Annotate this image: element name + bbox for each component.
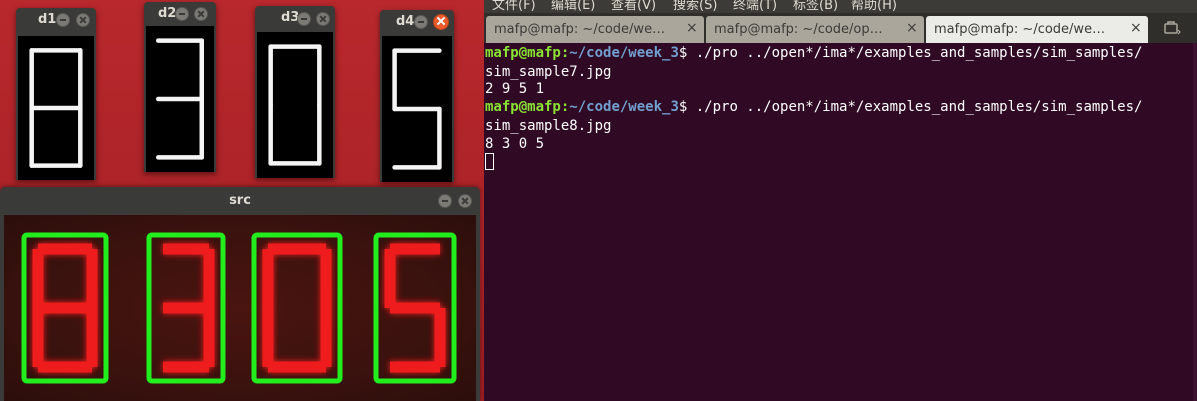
digit-image-canvas — [257, 32, 333, 178]
menu-edit[interactable]: 编辑(E) — [551, 0, 595, 13]
tab-2[interactable]: mafp@mafp: ~/code/op… × — [706, 16, 924, 43]
command-text: $ ./pro ../open*/ima*/examples_and_sampl… — [678, 45, 1143, 61]
digit-glyph — [268, 44, 322, 166]
window-titlebar[interactable]: d2 — [144, 2, 216, 25]
tab-title: mafp@mafp: ~/code/op… — [714, 22, 883, 37]
menu-help[interactable]: 帮助(H) — [851, 0, 897, 13]
terminal-output[interactable]: mafp@mafp:~/code/week_3$ ./pro ../open*/… — [484, 43, 1197, 401]
digit-glyph — [392, 48, 442, 170]
digit-image-canvas — [18, 36, 94, 180]
close-icon[interactable] — [433, 14, 449, 30]
minimize-icon[interactable] — [56, 13, 70, 27]
digit-window-d1[interactable]: d1 — [16, 8, 96, 180]
src-image-canvas — [4, 215, 476, 401]
src-digit — [32, 243, 98, 373]
close-icon[interactable] — [458, 194, 472, 208]
close-icon[interactable] — [194, 7, 208, 21]
terminal-line: sim_sample8.jpg — [485, 118, 612, 134]
scrollbar[interactable] — [1193, 43, 1197, 401]
prompt-path: ~/code/week_3 — [569, 99, 679, 115]
minimize-icon[interactable] — [297, 12, 311, 26]
prompt-path: ~/code/week_3 — [569, 45, 679, 61]
window-title: d4 — [396, 14, 415, 29]
window-titlebar[interactable]: d4 — [380, 10, 454, 33]
tab-bar: mafp@mafp: ~/code/we… × mafp@mafp: ~/cod… — [484, 13, 1197, 43]
text-cursor — [485, 153, 494, 170]
terminal-line: mafp@mafp:~/code/week_3$ ./pro ../open*/… — [485, 99, 1143, 115]
src-image — [21, 232, 457, 384]
menu-bar: 文件(F) 编辑(E) 查看(V) 搜索(S) 终端(T) 标签(B) 帮助(H… — [484, 0, 1197, 13]
digit-image-canvas — [382, 36, 452, 182]
prompt-user: mafp@mafp — [485, 99, 561, 115]
tab-close-icon[interactable]: × — [1130, 20, 1142, 36]
new-tab-icon[interactable] — [1162, 20, 1182, 36]
tab-title: mafp@mafp: ~/code/we… — [934, 22, 1106, 37]
minimize-icon[interactable] — [414, 15, 428, 29]
window-title: d2 — [158, 6, 177, 21]
tab-1[interactable]: mafp@mafp: ~/code/we… × — [486, 16, 704, 43]
digit-window-d4[interactable]: d4 — [380, 10, 454, 182]
window-titlebar[interactable]: d3 — [255, 6, 335, 29]
prompt-user: mafp@mafp — [485, 45, 561, 61]
digit-glyph — [155, 38, 205, 160]
digit-glyph — [29, 48, 83, 168]
digit-image-canvas — [146, 26, 214, 172]
tab-title: mafp@mafp: ~/code/we… — [494, 22, 666, 37]
menu-terminal[interactable]: 终端(T) — [733, 0, 777, 13]
window-title: d1 — [38, 12, 57, 27]
menu-search[interactable]: 搜索(S) — [673, 0, 717, 13]
window-title: src — [229, 193, 251, 208]
digit-window-d2[interactable]: d2 — [144, 2, 216, 172]
close-icon[interactable] — [76, 13, 90, 27]
src-window[interactable]: src — [0, 187, 480, 401]
src-digit — [384, 243, 446, 373]
menu-view[interactable]: 查看(V) — [611, 0, 656, 13]
src-digit — [262, 243, 332, 373]
terminal-line: 2 9 5 1 — [485, 81, 545, 97]
menu-tabs[interactable]: 标签(B) — [793, 0, 838, 13]
command-text: $ ./pro ../open*/ima*/examples_and_sampl… — [678, 99, 1143, 115]
minimize-icon[interactable] — [438, 194, 452, 208]
window-titlebar[interactable]: d1 — [16, 8, 96, 31]
terminal-line: mafp@mafp:~/code/week_3$ ./pro ../open*/… — [485, 45, 1143, 61]
close-icon[interactable] — [316, 12, 330, 26]
digit-window-d3[interactable]: d3 — [255, 6, 335, 178]
tab-3[interactable]: mafp@mafp: ~/code/we… × — [926, 16, 1148, 43]
tab-close-icon[interactable]: × — [686, 20, 698, 36]
src-digit — [163, 243, 215, 373]
menu-file[interactable]: 文件(F) — [492, 0, 536, 13]
minimize-icon[interactable] — [175, 7, 189, 21]
tab-close-icon[interactable]: × — [906, 20, 918, 36]
terminal-line: 8 3 0 5 — [485, 136, 545, 152]
terminal-window[interactable]: 文件(F) 编辑(E) 查看(V) 搜索(S) 终端(T) 标签(B) 帮助(H… — [484, 0, 1197, 401]
window-titlebar[interactable]: src — [0, 187, 480, 215]
